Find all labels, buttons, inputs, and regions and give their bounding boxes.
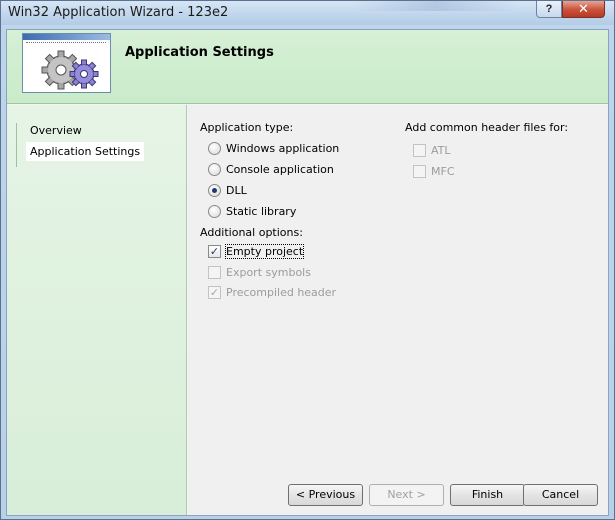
checkbox-export-symbols-box[interactable]: [208, 265, 221, 279]
title-bar[interactable]: Win32 Application Wizard - 123e2 ? ✕: [1, 1, 614, 25]
checkbox-empty-project-label: Empty project: [224, 243, 305, 259]
radio-windows-application-label: Windows application: [226, 141, 340, 155]
checkbox-atl[interactable]: ATL: [413, 142, 451, 158]
checkbox-precompiled-header-box[interactable]: ✓: [208, 285, 221, 299]
header-files-label: Add common header files for:: [405, 121, 569, 134]
checkbox-precompiled-header-label: Precompiled header: [226, 285, 337, 299]
next-button[interactable]: Next >: [369, 484, 444, 506]
finish-button[interactable]: Finish: [450, 484, 525, 506]
page-title: Application Settings: [125, 45, 274, 60]
additional-options-label: Additional options:: [200, 226, 303, 239]
radio-windows-application-button[interactable]: [208, 141, 221, 155]
window-title: Win32 Application Wizard - 123e2: [8, 5, 229, 20]
application-type-label: Application type:: [200, 121, 294, 134]
cancel-button[interactable]: Cancel: [523, 484, 598, 506]
checkbox-mfc-box[interactable]: [413, 164, 426, 178]
checkbox-empty-project[interactable]: ✓ Empty project: [208, 243, 305, 259]
title-bar-reflection: [351, 1, 521, 11]
close-button[interactable]: ✕: [562, 1, 605, 18]
radio-dll-label: DLL: [226, 183, 247, 197]
checkbox-mfc[interactable]: MFC: [413, 163, 455, 179]
previous-button[interactable]: < Previous: [288, 484, 363, 506]
radio-windows-application[interactable]: Windows application: [208, 140, 339, 156]
checkbox-atl-label: ATL: [431, 143, 451, 157]
wizard-window: Win32 Application Wizard - 123e2 ? ✕ App…: [0, 0, 615, 520]
radio-console-application-button[interactable]: [208, 162, 221, 176]
nav-item-overview[interactable]: Overview: [26, 121, 86, 140]
gears-icon: [41, 50, 99, 90]
radio-static-library[interactable]: Static library: [208, 203, 296, 219]
radio-dll[interactable]: DLL: [208, 182, 247, 198]
checkbox-empty-project-box[interactable]: ✓: [208, 244, 221, 258]
help-button[interactable]: ?: [536, 1, 562, 18]
radio-console-application-label: Console application: [226, 162, 334, 176]
checkbox-precompiled-header[interactable]: ✓ Precompiled header: [208, 284, 336, 300]
nav-separator: [16, 123, 17, 167]
checkbox-export-symbols-label: Export symbols: [226, 265, 311, 279]
settings-panel: Application type: Windows application Co…: [188, 105, 608, 515]
wizard-header: Application Settings: [7, 30, 608, 104]
radio-static-library-label: Static library: [226, 204, 297, 218]
checkbox-export-symbols[interactable]: Export symbols: [208, 264, 311, 280]
checkbox-mfc-label: MFC: [431, 164, 455, 178]
wizard-client-area: Application Settings Overview Applicatio…: [6, 29, 609, 516]
radio-dll-button[interactable]: [208, 183, 221, 197]
wizard-gears-icon: [22, 33, 111, 93]
radio-console-application[interactable]: Console application: [208, 161, 334, 177]
checkbox-atl-box[interactable]: [413, 143, 426, 157]
nav-item-application-settings[interactable]: Application Settings: [26, 142, 145, 161]
radio-static-library-button[interactable]: [208, 204, 221, 218]
wizard-nav-pane: Overview Application Settings: [7, 105, 187, 515]
